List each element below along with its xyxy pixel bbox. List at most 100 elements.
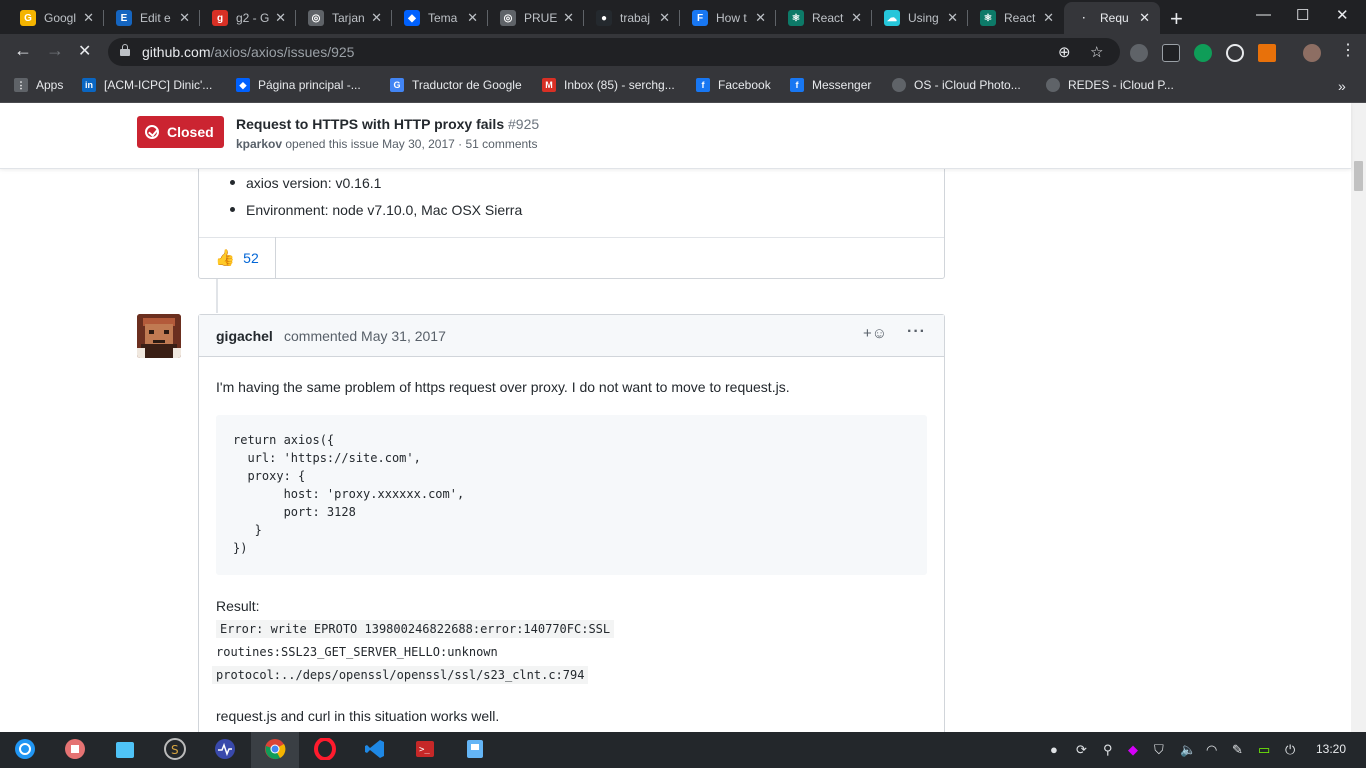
sync-icon[interactable]: ⟳ (1076, 742, 1087, 758)
tab-label: PRUE (524, 11, 558, 25)
comment-author[interactable]: gigachel (216, 328, 273, 344)
monitor-icon[interactable] (213, 737, 237, 761)
close-icon[interactable]: ✕ (1043, 10, 1054, 26)
bookmark-item[interactable]: OS - iCloud Photo... (892, 78, 1021, 92)
facebook-icon: f (790, 78, 804, 92)
close-icon[interactable]: ✕ (755, 10, 766, 26)
url-path: /axios/axios/issues/925 (210, 44, 355, 60)
screen-recorder-icon[interactable] (63, 737, 87, 761)
tab-3[interactable]: ◎ Tarjan ✕ (296, 2, 392, 34)
page-scrollbar[interactable] (1351, 103, 1366, 732)
extension-off-icon[interactable] (1258, 44, 1276, 62)
tab-label: Googl (44, 11, 77, 25)
power-icon[interactable]: ⏻ (1285, 742, 1295, 758)
app-tray-icon[interactable]: ◆ (1128, 742, 1138, 758)
chrome-icon[interactable] (263, 737, 287, 761)
tab-10[interactable]: ⚛ React ✕ (968, 2, 1064, 34)
close-window-button[interactable]: ✕ (1336, 6, 1349, 24)
reaction-count: 52 (243, 249, 259, 266)
volume-icon[interactable]: 🔈 (1180, 742, 1196, 758)
forward-icon[interactable]: → (46, 40, 64, 61)
close-icon[interactable]: ✕ (1139, 10, 1150, 26)
vscode-icon[interactable] (363, 737, 387, 761)
gitzip-icon[interactable] (1162, 44, 1180, 62)
tab-label: Tarjan (332, 11, 365, 25)
issue-author[interactable]: kparkov (236, 137, 282, 151)
issue-closed-icon (145, 125, 159, 139)
close-icon[interactable]: ✕ (467, 10, 478, 26)
code-line: url: 'https://site.com', (233, 451, 421, 465)
terminal-icon[interactable]: >_ (413, 737, 437, 761)
close-icon[interactable]: ✕ (275, 10, 286, 26)
bookmark-item[interactable]: REDES - iCloud P... (1046, 78, 1174, 92)
bookmarks-overflow-icon[interactable]: » (1338, 78, 1346, 94)
loading-icon: · (1082, 12, 1086, 24)
tab-label: Edit e (140, 11, 171, 25)
reaction-button[interactable]: 👍 52 (199, 237, 276, 278)
add-reaction-icon[interactable]: +☺ (863, 325, 887, 342)
tab-4[interactable]: ◆ Tema ✕ (392, 2, 488, 34)
chat-icon[interactable]: ● (1050, 742, 1058, 757)
pen-icon[interactable]: ✎ (1232, 742, 1243, 758)
comment-timestamp[interactable]: commented May 31, 2017 (284, 328, 446, 344)
tab-active[interactable]: · Requ ✕ (1064, 2, 1160, 34)
maximize-button[interactable]: ☐ (1296, 6, 1309, 24)
bookmark-item[interactable]: f Facebook (696, 78, 771, 92)
bookmark-item[interactable]: f Messenger (790, 78, 871, 92)
close-icon[interactable]: ✕ (179, 10, 190, 26)
address-bar[interactable]: github.com/axios/axios/issues/925 ⊕ ☆ (108, 38, 1120, 66)
more-options-icon[interactable]: ··· (907, 323, 926, 341)
new-tab-button[interactable]: + (1170, 6, 1183, 32)
bookmark-item[interactable]: M Inbox (85) - serchg... (542, 78, 675, 92)
thumbs-up-icon: 👍 (215, 249, 236, 267)
close-icon[interactable]: ✕ (659, 10, 670, 26)
minimize-button[interactable]: — (1256, 6, 1271, 23)
close-icon[interactable]: ✕ (563, 10, 574, 26)
tab-6[interactable]: ● trabaj ✕ (584, 2, 680, 34)
code-line: }) (233, 541, 248, 555)
tab-7[interactable]: F How t ✕ (680, 2, 776, 34)
apps-icon: ⋮ (14, 78, 28, 92)
tab-5[interactable]: ◎ PRUE ✕ (488, 2, 584, 34)
tab-0[interactable]: G Googl ✕ (8, 2, 104, 34)
tab-8[interactable]: ⚛ React ✕ (776, 2, 872, 34)
code-line: host: 'proxy.xxxxxx.com', (233, 487, 465, 501)
bookmark-star-icon[interactable]: ☆ (1090, 43, 1103, 61)
divider (199, 237, 944, 238)
close-icon[interactable]: ✕ (371, 10, 382, 26)
avatar[interactable] (137, 314, 181, 358)
bookmark-item[interactable]: ◆ Página principal -... (236, 78, 361, 92)
tab-label: How t (716, 11, 747, 25)
scrollbar-thumb[interactable] (1354, 161, 1363, 191)
code-line: port: 3128 (233, 505, 356, 519)
zoom-icon[interactable]: ⊕ (1058, 43, 1071, 61)
close-icon[interactable]: ✕ (947, 10, 958, 26)
react-devtools-icon[interactable] (1226, 44, 1244, 62)
bookmark-apps[interactable]: ⋮ Apps (14, 78, 63, 92)
profile-avatar[interactable] (1303, 44, 1321, 62)
grammarly-icon[interactable] (1194, 44, 1212, 62)
close-icon[interactable]: ✕ (83, 10, 94, 26)
menu-icon[interactable]: ⋮ (1340, 40, 1356, 60)
wifi-icon[interactable]: ◠ (1206, 742, 1217, 758)
opera-icon[interactable] (313, 737, 337, 761)
battery-icon[interactable]: ▭ (1258, 742, 1270, 758)
stop-icon[interactable]: ✕ (78, 41, 91, 61)
store-icon[interactable] (113, 737, 137, 761)
launcher-icon[interactable] (13, 737, 37, 761)
skype-icon[interactable]: S (163, 737, 187, 761)
bookmark-item[interactable]: G Traductor de Google (390, 78, 522, 92)
shield-icon[interactable]: ⛉ (1154, 742, 1164, 758)
url-text[interactable]: github.com/axios/axios/issues/925 (142, 44, 354, 60)
tab-2[interactable]: g g2 - G ✕ (200, 2, 296, 34)
close-icon[interactable]: ✕ (851, 10, 862, 26)
bookmark-item[interactable]: in [ACM-ICPC] Dinic'... (82, 78, 212, 92)
tab-1[interactable]: E Edit e ✕ (104, 2, 200, 34)
usb-icon[interactable]: ⚲ (1103, 742, 1113, 758)
extension-icon[interactable] (1130, 44, 1148, 62)
file-manager-icon[interactable] (463, 737, 487, 761)
tab-9[interactable]: ☁ Using ✕ (872, 2, 968, 34)
clock[interactable]: 13:20 (1316, 742, 1346, 756)
error-code: protocol:../deps/openssl/openssl/ssl/s23… (212, 666, 589, 684)
back-icon[interactable]: ← (14, 40, 32, 61)
